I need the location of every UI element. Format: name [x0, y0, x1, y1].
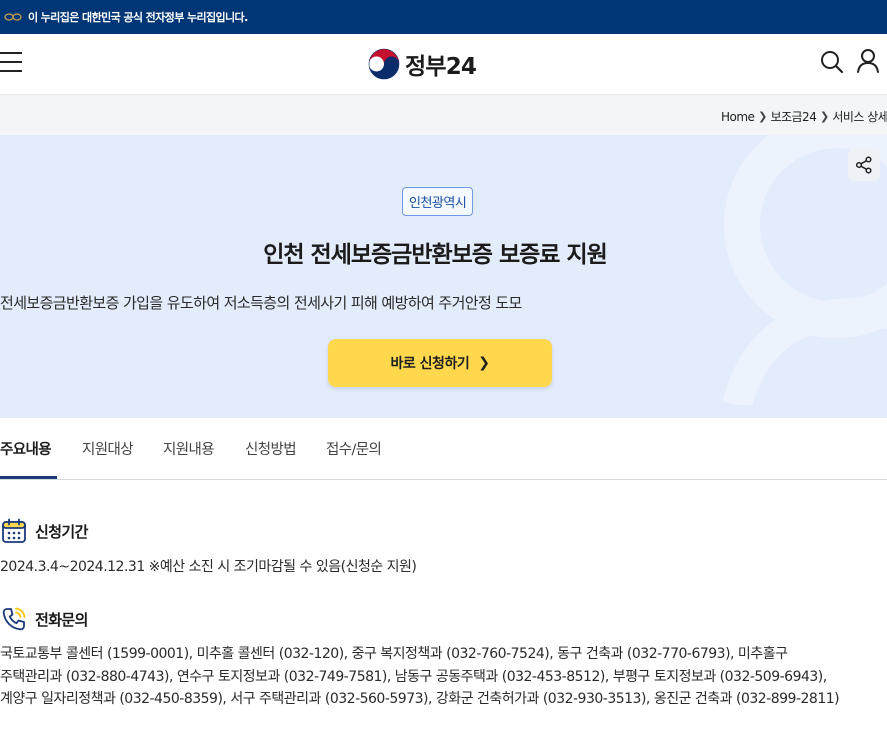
breadcrumb: Home ❯ 보조금24 ❯ 서비스 상세 [721, 108, 887, 125]
chevron-right-icon: ❯ [819, 110, 829, 123]
page-title-text: 인천 전세보증금반환보증 보증료 지원 [263, 242, 608, 268]
chevron-right-icon: ❯ [478, 355, 490, 371]
period-text: 2024.3.4~2024.12.31 ※예산 소진 시 조기마감될 수 있음(… [0, 559, 417, 575]
service-hero: 인천광역시 인천 전세보증금반환보증 보증료 지원 전세보증금반환보증 가입을 … [0, 135, 887, 418]
tab-how-to-apply[interactable]: 신청방법 [245, 438, 297, 459]
gov-banner-text: 이 누리집은 대한민국 공식 전자정부 누리집입니다. [28, 11, 248, 24]
content-tabs: 주요내용 지원대상 지원내용 신청방법 접수/문의 [0, 418, 887, 480]
tab-support-details[interactable]: 지원내용 [163, 438, 215, 459]
breadcrumb-bar: Home ❯ 보조금24 ❯ 서비스 상세 [0, 95, 887, 135]
share-icon [855, 156, 872, 174]
phone-icon [0, 605, 28, 633]
logo-text: 정부24 [405, 54, 477, 80]
gov-official-banner: 이 누리집은 대한민국 공식 전자정부 누리집입니다. [0, 0, 887, 34]
site-header: 정부24 [0, 34, 887, 95]
period-section-heading: 신청기간 [0, 517, 88, 545]
contact-heading: 전화문의 [35, 610, 88, 629]
share-button[interactable] [848, 149, 880, 181]
apply-now-button[interactable]: 바로 신청하기 ❯ [328, 339, 552, 387]
hamburger-menu-icon[interactable] [0, 52, 24, 74]
contact-text-line-1: 국토교통부 콜센터 (1599-0001), 미추홀 콜센터 (032-120)… [0, 646, 788, 662]
page-title: 인천 전세보증금반환보증 보증료 지원 [0, 235, 887, 269]
region-tag: 인천광역시 [402, 187, 474, 216]
contact-section-heading: 전화문의 [0, 605, 88, 633]
tab-contact[interactable]: 접수/문의 [326, 438, 382, 459]
apply-now-label: 바로 신청하기 [390, 356, 470, 372]
breadcrumb-service-detail[interactable]: 서비스 상세 [832, 108, 887, 125]
breadcrumb-subsidy[interactable]: 보조금24 [770, 108, 816, 125]
contact-text-line-2: 주택관리과 (032-880-4743), 연수구 토지정보과 (032-749… [0, 668, 827, 685]
taegeuk-mark-icon [4, 13, 22, 21]
chevron-right-icon: ❯ [758, 110, 767, 123]
search-icon[interactable] [819, 49, 845, 75]
tab-main-content[interactable]: 주요내용 [0, 438, 52, 459]
site-logo[interactable]: 정부24 [368, 48, 477, 80]
contact-text-line-3: 계양구 일자리정책과 (032-450-8359), 서구 주택관리과 (032… [0, 691, 840, 707]
tab-eligibility[interactable]: 지원대상 [82, 438, 134, 459]
user-icon[interactable] [855, 48, 881, 74]
service-description: 전세보증금반환보증 가입을 유도하여 저소득층의 전세사기 피해 예방하여 주거… [0, 294, 522, 312]
active-tab-indicator [0, 476, 57, 479]
calendar-icon [0, 517, 28, 545]
breadcrumb-home[interactable]: Home [721, 110, 755, 124]
period-heading: 신청기간 [35, 522, 88, 541]
government-emblem-icon [368, 48, 400, 80]
